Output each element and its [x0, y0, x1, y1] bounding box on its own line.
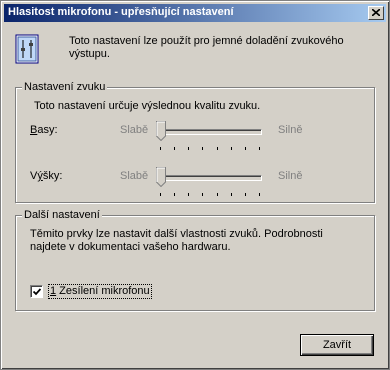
window-title: Hlasitost mikrofonu - upřesňující nastav…: [8, 6, 234, 18]
sound-settings-description: Toto nastavení určuje výslednou kvalitu …: [34, 100, 261, 112]
bass-slider-track[interactable]: [158, 129, 262, 135]
info-text: Toto nastavení lze použít pro jemné dola…: [69, 35, 344, 60]
mic-boost-checkbox[interactable]: [30, 285, 43, 298]
treble-slider-thumb[interactable]: [156, 167, 166, 187]
treble-high-label: Silně: [278, 170, 303, 182]
treble-low-label: Slabě: [120, 170, 149, 182]
treble-label: Výšky:: [30, 170, 63, 182]
title-bar[interactable]: Hlasitost mikrofonu - upřesňující nastav…: [4, 4, 386, 22]
other-settings-legend: Další nastavení: [22, 208, 102, 222]
treble-slider-ticks: [160, 193, 260, 197]
bass-label: Basy:: [30, 124, 58, 136]
checkmark-icon: [33, 288, 41, 296]
bass-low-label: Slabě: [120, 124, 149, 136]
bass-slider-thumb[interactable]: [156, 121, 166, 141]
other-settings-group: Další nastavení Těmito prvky lze nastavi…: [15, 208, 375, 311]
sound-settings-group: Nastavení zvuku Toto nastavení určuje vý…: [15, 80, 375, 203]
settings-info-icon: [15, 34, 39, 64]
mic-boost-label[interactable]: 1 Zesílení mikrofonu: [48, 284, 152, 299]
other-settings-description: Těmito prvky lze nastavit další vlastnos…: [30, 228, 323, 253]
title-close-button[interactable]: [368, 6, 384, 20]
sound-settings-legend: Nastavení zvuku: [22, 80, 108, 94]
bass-slider-ticks: [160, 147, 260, 151]
bass-high-label: Silně: [278, 124, 303, 136]
close-button[interactable]: Zavřít: [300, 334, 374, 356]
dialog-window: Hlasitost mikrofonu - upřesňující nastav…: [0, 0, 390, 370]
close-icon: [372, 9, 380, 16]
treble-slider-track[interactable]: [158, 175, 262, 181]
